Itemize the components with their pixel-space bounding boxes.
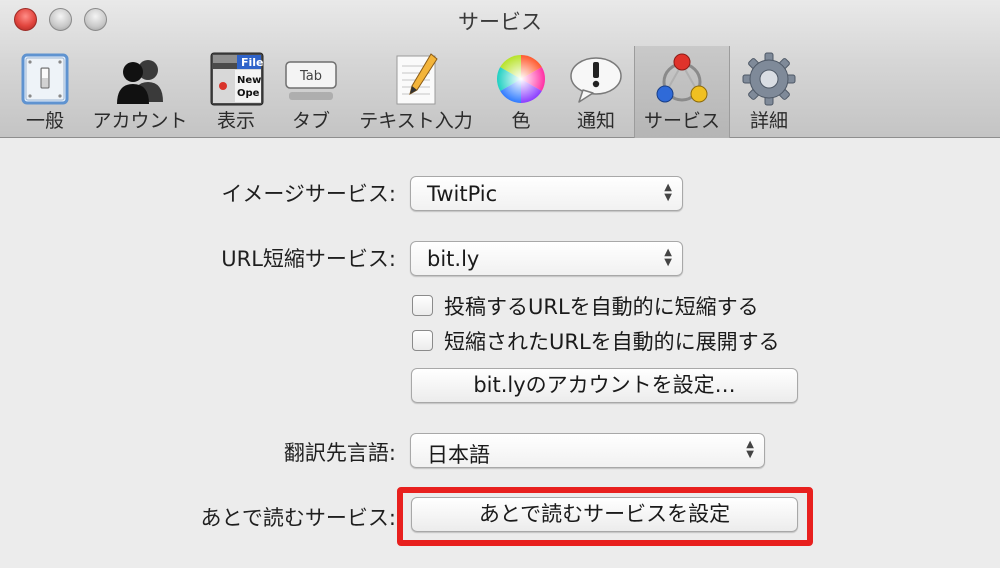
read-later-label: あとで読むサービス: <box>200 506 396 530</box>
toolbar-item-label: 一般 <box>25 110 64 132</box>
notification-bubble-icon <box>570 57 622 103</box>
display-window-icon: File New Ope <box>210 52 264 106</box>
toolbar-item-text-input[interactable]: テキスト入力 <box>354 46 478 138</box>
tab-text: Tab <box>299 69 322 84</box>
toolbar-item-label: アカウント <box>92 110 188 132</box>
toolbar-item-notifications[interactable]: 通知 <box>562 46 630 138</box>
toolbar-item-label: 通知 <box>576 110 615 132</box>
image-service-value: TwitPic <box>427 182 498 206</box>
auto-shorten-checkbox[interactable] <box>412 295 433 316</box>
general-switch-icon <box>21 53 69 105</box>
toolbar-item-label: テキスト入力 <box>359 110 473 132</box>
color-wheel-icon <box>496 54 546 103</box>
toolbar-item-general[interactable]: 一般 <box>4 46 86 138</box>
new-menu-text: New <box>237 75 261 86</box>
toolbar-item-label: タブ <box>291 110 330 132</box>
translation-language-value: 日本語 <box>427 443 490 467</box>
toolbar-item-label: 色 <box>511 110 531 132</box>
toolbar-item-services[interactable]: サービス <box>634 46 730 138</box>
bitly-account-button[interactable]: bit.lyのアカウントを設定… <box>411 368 798 403</box>
open-menu-text: Ope <box>237 88 260 99</box>
translation-language-label: 翻訳先言語: <box>283 441 396 465</box>
url-shortener-label: URL短縮サービス: <box>221 247 396 271</box>
auto-expand-label[interactable]: 短縮されたURLを自動的に展開する <box>444 326 780 356</box>
toolbar-item-accounts[interactable]: アカウント <box>88 46 192 138</box>
popup-arrows-icon: ▲ ▼ <box>746 439 754 460</box>
image-service-label: イメージサービス: <box>221 182 396 206</box>
toolbar-item-tabs[interactable]: Tab タブ <box>276 46 346 138</box>
auto-expand-checkbox[interactable] <box>412 330 433 351</box>
toolbar-item-advanced[interactable]: 詳細 <box>736 46 802 138</box>
advanced-gear-icon <box>742 52 796 106</box>
file-menu-text: File <box>241 56 264 69</box>
popup-arrows-icon: ▲ ▼ <box>664 247 672 268</box>
popup-arrows-icon: ▲ ▼ <box>664 182 672 203</box>
toolbar-item-label: サービス <box>643 110 720 132</box>
toolbar: サービス 一般 アカウント File New Ope 表示 Tab タブ テキス… <box>0 0 1000 138</box>
text-input-pencil-icon <box>396 53 438 105</box>
image-service-popup[interactable]: TwitPic ▲ ▼ <box>410 176 683 211</box>
tab-icon: Tab <box>285 61 337 100</box>
toolbar-item-label: 詳細 <box>749 110 788 132</box>
url-shortener-value: bit.ly <box>427 247 480 271</box>
translation-language-popup[interactable]: 日本語 ▲ ▼ <box>410 433 765 468</box>
accounts-people-icon <box>117 60 163 104</box>
window-title: サービス <box>458 10 542 34</box>
toolbar-item-display[interactable]: File New Ope 表示 <box>204 46 268 138</box>
auto-shorten-label[interactable]: 投稿するURLを自動的に短縮する <box>444 291 759 321</box>
url-shortener-popup[interactable]: bit.ly ▲ ▼ <box>410 241 683 276</box>
toolbar-item-color[interactable]: 色 <box>490 46 552 138</box>
highlight-annotation <box>397 487 813 546</box>
services-icon <box>656 53 708 103</box>
toolbar-item-label: 表示 <box>216 110 255 132</box>
